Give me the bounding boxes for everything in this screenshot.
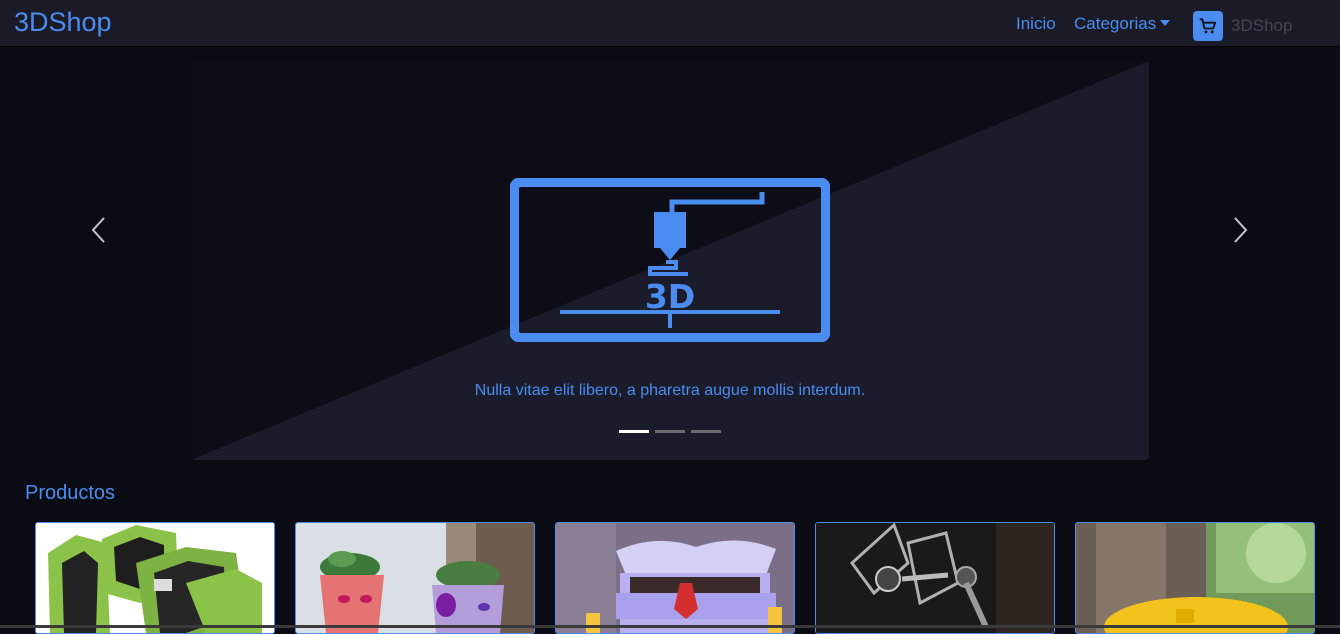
- product-card-1[interactable]: [35, 522, 275, 634]
- product-image-4: [816, 523, 1054, 633]
- carousel-caption: Nulla vitae elit libero, a pharetra augu…: [474, 382, 866, 399]
- product-image-3: [556, 523, 794, 633]
- cart-icon: [1199, 18, 1217, 34]
- cart-label[interactable]: 3DShop: [1231, 15, 1292, 37]
- chevron-right-icon: [1234, 217, 1248, 243]
- products-section-title: Productos: [25, 482, 116, 504]
- product-image-1: [36, 523, 274, 633]
- product-card-2[interactable]: [295, 522, 535, 634]
- nav-categorias-label: Categorias: [1074, 14, 1157, 33]
- product-card-4[interactable]: [815, 522, 1055, 634]
- carousel-next-button[interactable]: [1225, 210, 1255, 250]
- navbar: 3DShop Inicio Categorias 3DShop: [0, 0, 1340, 46]
- brand-logo[interactable]: 3DShop: [14, 5, 112, 39]
- product-image-2: [296, 523, 534, 633]
- carousel-indicator-2[interactable]: [655, 430, 685, 433]
- carousel-prev-button[interactable]: [84, 210, 114, 250]
- product-card-5[interactable]: [1075, 522, 1315, 634]
- product-card-3[interactable]: [555, 522, 795, 634]
- cart-button[interactable]: [1193, 11, 1223, 41]
- product-image-5: [1076, 523, 1314, 633]
- carousel-indicators: [619, 430, 721, 433]
- chevron-left-icon: [91, 217, 105, 243]
- carousel-indicator-3[interactable]: [691, 430, 721, 433]
- caret-down-icon: [1160, 20, 1171, 26]
- carousel-indicator-1[interactable]: [619, 430, 649, 433]
- nav-inicio[interactable]: Inicio: [1016, 13, 1056, 35]
- nav-categorias-dropdown[interactable]: Categorias: [1074, 13, 1171, 35]
- hero-carousel[interactable]: 3D Nulla vitae elit libero, a pharetra a…: [191, 61, 1149, 460]
- 3d-printer-logo: 3D: [510, 178, 830, 342]
